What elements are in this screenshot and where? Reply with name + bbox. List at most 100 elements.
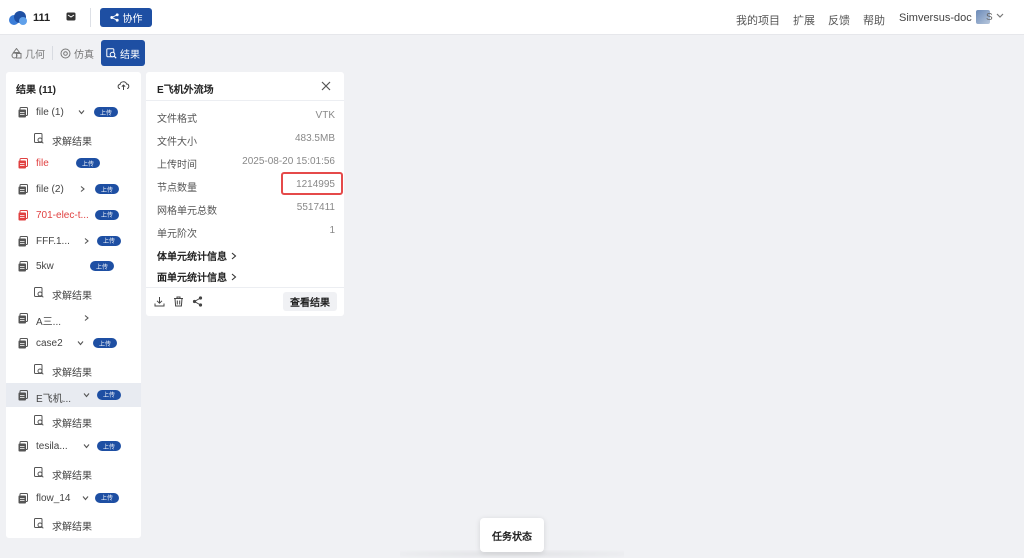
results-search-icon [106, 47, 117, 59]
nav-my-projects[interactable]: 我的项目 [736, 12, 780, 28]
result-child-item[interactable]: 求解结果 [6, 357, 141, 381]
divider [146, 287, 344, 288]
result-item[interactable]: file 上传 [6, 151, 141, 175]
chevron-down-icon[interactable] [77, 340, 84, 346]
file-stack-icon [18, 107, 28, 118]
result-item[interactable]: 5kw 上传 [6, 254, 141, 278]
result-doc-icon [34, 518, 44, 529]
share-icon [109, 13, 119, 22]
result-item-label: file (1) [36, 107, 64, 118]
nav-extensions[interactable]: 扩展 [793, 12, 815, 28]
collaborate-button[interactable]: 协作 [100, 8, 152, 27]
geometry-icon [11, 47, 22, 58]
chevron-down-icon[interactable] [83, 392, 90, 398]
result-item-label: 701-elec-t... [36, 209, 89, 221]
result-item-label: file [36, 158, 49, 170]
detail-title: E飞机外流场 [157, 85, 214, 96]
tab-label: 仿真 [74, 49, 94, 61]
result-item[interactable]: file (1) 上传 [6, 100, 141, 124]
upload-badge: 上传 [95, 209, 119, 220]
file-stack-icon [18, 312, 28, 324]
tab-results[interactable]: 结果 [101, 40, 145, 66]
trash-icon[interactable] [173, 296, 184, 307]
result-item-label: 5kw [36, 261, 54, 273]
upload-badge: 上传 [93, 338, 117, 349]
file-stack-icon [18, 184, 28, 195]
task-status-button[interactable]: 任务状态 [480, 518, 544, 552]
result-item-label: flow_14 [36, 492, 71, 504]
result-item[interactable]: FFF.1... 上传 [6, 229, 141, 253]
upload-badge: 上传 [97, 389, 121, 400]
upload-badge: 上传 [94, 107, 118, 117]
upload-badge: 上传 [95, 184, 119, 195]
field-file-size: 文件大小 483.5MB [157, 133, 335, 148]
result-item[interactable]: 701-elec-t... 上传 [6, 203, 141, 227]
upload-badge: 上传 [97, 441, 121, 452]
cloud-logo-icon[interactable] [8, 10, 28, 26]
chevron-right-icon[interactable] [83, 314, 90, 321]
field-value: 483.5MB [294, 133, 335, 144]
user-name[interactable]: Simversus-doc [899, 12, 972, 24]
surface-stats-link[interactable]: 面单元统计信息 [157, 269, 237, 284]
field-value: 1 [329, 225, 335, 236]
chevron-down-icon[interactable] [996, 13, 1004, 19]
result-item[interactable]: flow_14 上传 [6, 486, 141, 510]
field-key: 文件大小 [157, 137, 197, 148]
file-stack-icon [18, 338, 28, 349]
file-stack-icon [18, 441, 28, 452]
file-stack-icon [18, 158, 28, 169]
view-results-button[interactable]: 查看结果 [283, 292, 337, 311]
divider [146, 100, 344, 101]
download-icon[interactable] [154, 296, 165, 307]
result-doc-icon [34, 364, 44, 375]
result-doc-icon [34, 466, 44, 478]
result-doc-icon [34, 415, 44, 427]
section-label: 体单元统计信息 [157, 252, 227, 263]
chevron-right-icon[interactable] [79, 186, 86, 193]
result-item[interactable]: file (2) 上传 [6, 177, 141, 201]
result-child-item[interactable]: 求解结果 [6, 460, 141, 484]
result-child-item[interactable]: 求解结果 [6, 280, 141, 304]
close-icon[interactable] [321, 81, 331, 91]
result-item-label: A三... [36, 316, 62, 328]
top-bar: 111 协作 我的项目 扩展 反馈 帮助 Simversus-doc S [0, 0, 1024, 35]
field-element-order: 单元阶次 1 [157, 225, 335, 240]
collaborate-label: 协作 [122, 14, 143, 25]
chevron-down-icon[interactable] [78, 109, 85, 115]
upload-badge: 上传 [76, 158, 100, 169]
tab-simulation[interactable]: 仿真 [55, 40, 99, 66]
nav-help[interactable]: 帮助 [863, 12, 885, 28]
simulation-icon [60, 48, 71, 58]
upload-badge: 上传 [90, 261, 114, 272]
detail-card: E飞机外流场 文件格式 VTK 文件大小 483.5MB 上传时间 2025-0… [146, 72, 344, 316]
cloud-upload-icon[interactable] [117, 79, 130, 91]
share-icon[interactable] [192, 296, 203, 307]
chevron-right-icon [231, 273, 237, 280]
result-item[interactable]: case2 上传 [6, 331, 141, 355]
results-panel: 结果 (11) file (1) 上传 求解结果 file 上传 file (2) 上传 70… [6, 72, 141, 538]
result-item-label: 求解结果 [52, 290, 92, 302]
result-child-item[interactable]: 求解结果 [6, 126, 141, 150]
volume-stats-link[interactable]: 体单元统计信息 [157, 248, 237, 263]
chevron-right-icon [231, 252, 237, 259]
chevron-down-icon[interactable] [82, 495, 89, 501]
result-item-label: case2 [36, 338, 63, 350]
field-upload-time: 上传时间 2025-08-20 15:01:56 [157, 156, 335, 171]
chevron-down-icon[interactable] [83, 443, 90, 449]
chevron-right-icon[interactable] [83, 237, 90, 244]
result-item-label: FFF.1... [36, 235, 70, 247]
field-value: 5517411 [296, 202, 335, 213]
result-child-item[interactable]: 求解结果 [6, 511, 141, 535]
result-item-label: file (2) [36, 184, 64, 196]
field-value: VTK [315, 110, 335, 121]
result-item[interactable]: E飞机... 上传 [6, 382, 141, 407]
result-item[interactable]: A三... [6, 306, 141, 330]
project-name[interactable]: 111 [33, 12, 50, 24]
header-divider [90, 8, 91, 27]
result-item[interactable]: tesila... 上传 [6, 434, 141, 458]
nav-feedback[interactable]: 反馈 [828, 12, 850, 28]
file-stack-icon [18, 235, 28, 246]
result-child-item[interactable]: 求解结果 [6, 408, 141, 432]
tab-geometry[interactable]: 几何 [6, 40, 50, 66]
mail-icon[interactable] [66, 12, 76, 21]
